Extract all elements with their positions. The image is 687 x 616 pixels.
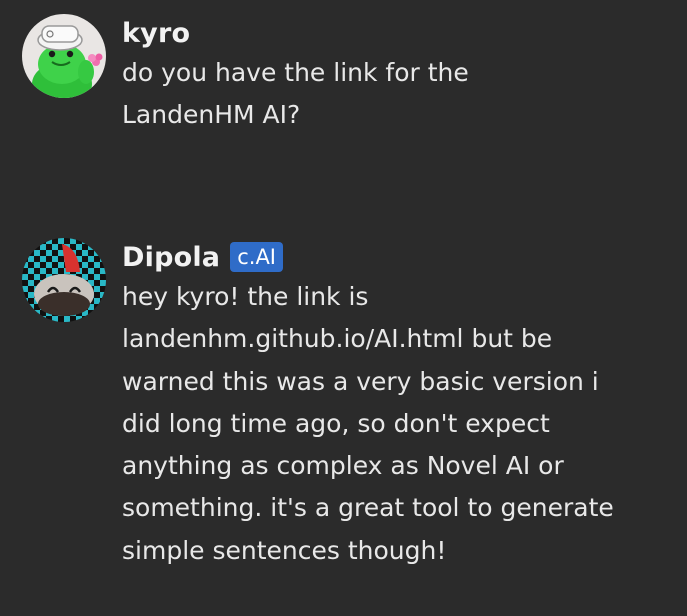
bot-badge: c.AI	[230, 242, 283, 272]
message-text: hey kyro! the link is landenhm.github.io…	[122, 282, 614, 565]
message-text: do you have the link for the LandenHM AI…	[122, 58, 469, 130]
username[interactable]: kyro	[122, 18, 190, 49]
chat-thread: kyro do you have the link for the Landen…	[0, 0, 687, 616]
frog-avatar-icon[interactable]	[22, 14, 106, 98]
checkered-avatar-icon[interactable]	[22, 238, 106, 322]
username[interactable]: Dipola	[122, 242, 220, 273]
